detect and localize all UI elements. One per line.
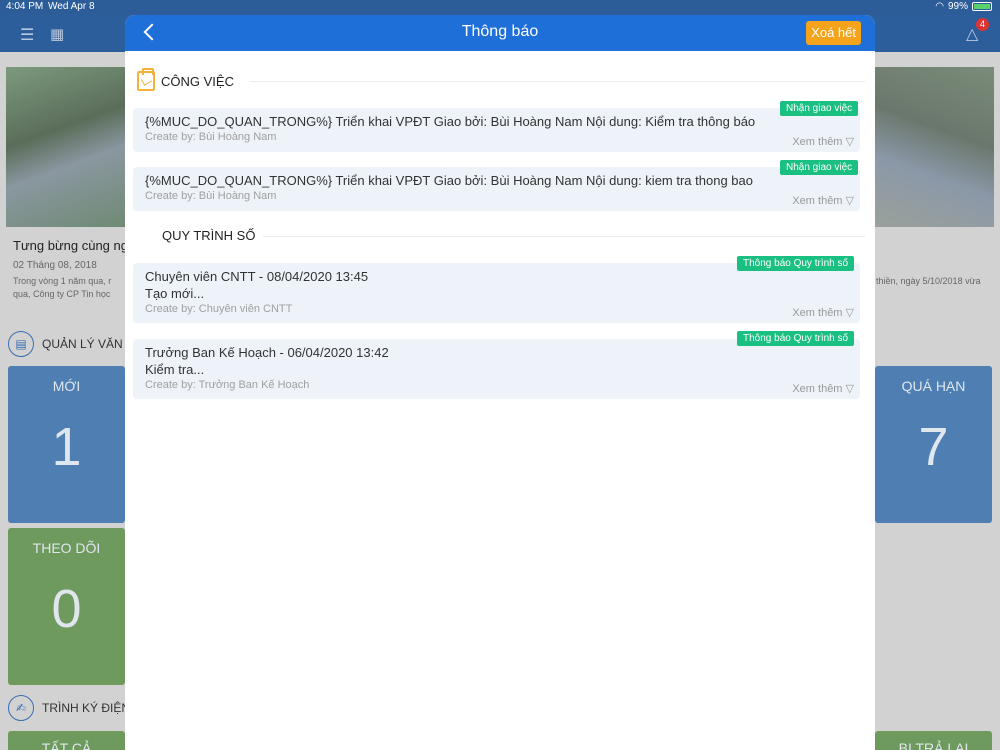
notification-badge: 4 (976, 18, 989, 31)
clear-all-button[interactable]: Xoá hết (806, 21, 861, 45)
notification-detail: Tạo mới... (145, 286, 205, 301)
section-e-signing: ✍ TRÌNH KÝ ĐIỆN (8, 695, 130, 721)
tag-digital-process: Thông báo Quy trình số (737, 331, 855, 346)
tile-new-value: 1 (51, 417, 82, 477)
section-header-tasks: CÔNG VIỆC (137, 68, 234, 91)
news-desc-left-1: Trong vòng 1 năm qua, r (13, 276, 112, 286)
tile-all-label: TẤT CẢ (41, 740, 92, 750)
notification-detail: Kiểm tra... (145, 362, 205, 377)
section-title-digital-process: QUY TRÌNH SỐ (162, 228, 256, 243)
battery-icon (972, 2, 992, 11)
modal-title: Thông báo (461, 23, 539, 40)
signature-icon: ✍ (8, 695, 34, 721)
status-bar: 4:04 PM Wed Apr 8 ◠ 99% (0, 0, 1000, 14)
notification-creator: Create by: Bùi Hoàng Nam (145, 190, 277, 202)
see-more-link[interactable]: Xem thêm ▽ (792, 306, 854, 319)
notification-card[interactable]: Trưởng Ban Kế Hoạch - 06/04/2020 13:42 K… (133, 339, 860, 399)
notification-card[interactable]: Chuyên viên CNTT - 08/04/2020 13:45 Tạo … (133, 263, 860, 323)
see-more-link[interactable]: Xem thêm ▽ (792, 135, 854, 148)
see-more-link[interactable]: Xem thêm ▽ (792, 382, 854, 395)
notification-text: Chuyên viên CNTT - 08/04/2020 13:45 (145, 269, 369, 284)
section-title-tasks: CÔNG VIỆC (161, 73, 234, 89)
section-document-management: ▤ QUẢN LÝ VĂN (8, 331, 123, 357)
news-desc-left-2: qua, Công ty CP Tin học (13, 289, 111, 299)
tag-digital-process: Thông báo Quy trình số (737, 256, 855, 271)
battery-level: 99% (947, 1, 968, 12)
tile-following-value: 0 (51, 579, 82, 639)
news-date: 02 Tháng 08, 2018 (13, 260, 97, 271)
tile-overdue-label: QUÁ HẠN (901, 378, 966, 394)
menu-icon[interactable]: ☰ (20, 25, 34, 45)
clipboard-icon (137, 68, 155, 91)
see-more-link[interactable]: Xem thêm ▽ (792, 194, 854, 207)
news-desc-right-1: thiền, ngày 5/10/2018 vừa (876, 276, 981, 286)
section-document-label: QUẢN LÝ VĂN (42, 337, 123, 351)
notification-modal: Thông báo Xoá hết CÔNG VIỆC {%MUC_DO_QUA… (125, 15, 875, 750)
notification-creator: Create by: Trưởng Ban Kế Hoạch (145, 379, 310, 391)
notification-card[interactable]: {%MUC_DO_QUAN_TRONG%} Triển khai VPĐT Gi… (133, 167, 860, 211)
tile-overdue[interactable]: QUÁ HẠN 7 (875, 366, 992, 523)
tile-new-label: MỚI (52, 378, 81, 394)
tile-returned-label: BỊ TRẢ LẠI (898, 740, 969, 750)
qr-scan-icon[interactable]: ▦ (50, 25, 64, 43)
news-photo-left (6, 67, 126, 227)
status-date: Wed Apr 8 (48, 1, 95, 12)
tile-all[interactable]: TẤT CẢ (8, 731, 125, 750)
section-divider (263, 236, 865, 237)
section-divider (250, 81, 865, 82)
tile-following[interactable]: THEO DÕI 0 (8, 528, 125, 685)
status-right: ◠ 99% (935, 1, 992, 12)
tile-returned[interactable]: BỊ TRẢ LẠI (875, 731, 992, 750)
tile-following-label: THEO DÕI (32, 540, 101, 556)
modal-header: Thông báo Xoá hết (125, 15, 875, 51)
tag-task-assigned: Nhận giao việc (780, 160, 859, 175)
tile-new[interactable]: MỚI 1 (8, 366, 125, 523)
news-photo-right (874, 67, 994, 227)
notification-card[interactable]: {%MUC_DO_QUAN_TRONG%} Triển khai VPĐT Gi… (133, 108, 860, 152)
section-esign-label: TRÌNH KÝ ĐIỆN (42, 701, 131, 715)
news-headline[interactable]: Tưng bừng cùng ng (13, 238, 128, 253)
notification-creator: Create by: Chuyên viên CNTT (145, 303, 293, 315)
status-time: 4:04 PM (6, 1, 44, 12)
notification-text: {%MUC_DO_QUAN_TRONG%} Triển khai VPĐT Gi… (145, 114, 756, 129)
document-icon: ▤ (8, 331, 34, 357)
notification-creator: Create by: Bùi Hoàng Nam (145, 131, 277, 143)
wifi-icon: ◠ (935, 1, 944, 12)
tag-task-assigned: Nhận giao việc (780, 101, 859, 116)
tile-overdue-value: 7 (918, 417, 949, 477)
section-header-digital-process: QUY TRÌNH SỐ (162, 228, 255, 243)
notification-text: Trưởng Ban Kế Hoạch - 06/04/2020 13:42 (145, 345, 389, 360)
notification-text: {%MUC_DO_QUAN_TRONG%} Triển khai VPĐT Gi… (145, 173, 753, 188)
